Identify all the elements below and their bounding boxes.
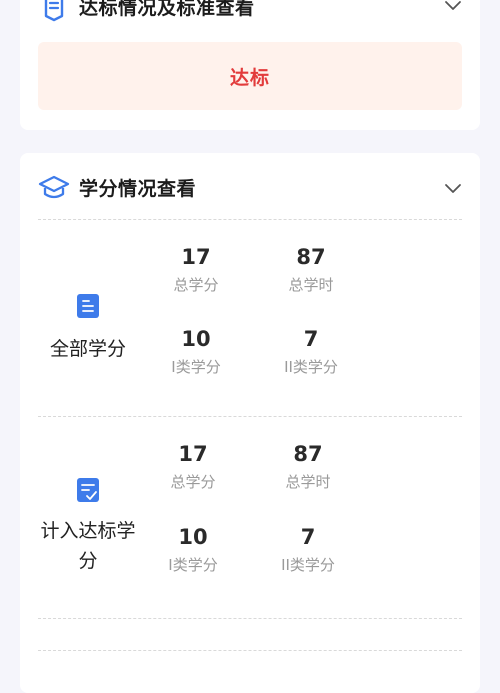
stat-value: 7 xyxy=(303,327,319,351)
standard-section-title: 达标情况及标准查看 xyxy=(79,0,255,19)
stat-label: 总学分 xyxy=(173,276,219,294)
stat-label: 总学时 xyxy=(285,473,331,491)
credit-block-standard: 计入达标学分 17 总学分 87 总学时 10 I类学分 7 II类学分 xyxy=(20,417,480,613)
stat-label: II类学分 xyxy=(281,556,335,574)
chevron-down-icon[interactable] xyxy=(444,179,462,197)
document-icon xyxy=(44,0,64,22)
stat-value: 87 xyxy=(293,442,323,466)
stat-label: I类学分 xyxy=(171,358,221,376)
credit-card: 学分情况查看 全部学分 17 总学分 87 总学时 10 I类学分 7 II类学… xyxy=(20,153,480,693)
stat-class1-credits: 10 I类学分 xyxy=(143,524,243,574)
credit-block-label: 计入达标学分 xyxy=(40,520,136,572)
graduation-cap-icon xyxy=(38,175,70,199)
status-text: 达标 xyxy=(229,66,270,89)
stat-class1-credits: 10 I类学分 xyxy=(146,326,246,376)
stat-class2-credits: 7 II类学分 xyxy=(261,326,361,376)
stat-label: 总学时 xyxy=(288,276,334,294)
credit-block-label: 全部学分 xyxy=(49,338,126,360)
stat-total-credits: 17 总学分 xyxy=(143,441,243,491)
stat-value: 17 xyxy=(178,442,208,466)
stat-class2-credits: 7 II类学分 xyxy=(258,524,358,574)
stat-label: 总学分 xyxy=(170,473,216,491)
chevron-down-icon[interactable] xyxy=(444,0,462,14)
stat-value: 87 xyxy=(296,245,326,269)
standard-status-card: 达标情况及标准查看 达标 xyxy=(20,0,480,130)
standard-section-header[interactable]: 达标情况及标准查看 xyxy=(20,0,480,36)
divider xyxy=(38,650,462,651)
credit-section-title: 学分情况查看 xyxy=(79,178,197,200)
credit-block-all: 全部学分 17 总学分 87 总学时 10 I类学分 7 II类学分 xyxy=(20,220,480,416)
stat-total-credits: 17 总学分 xyxy=(146,244,246,294)
stat-value: 10 xyxy=(181,327,211,351)
stat-total-hours: 87 总学时 xyxy=(258,441,358,491)
credit-section-header[interactable]: 学分情况查看 xyxy=(20,159,480,215)
stat-label: I类学分 xyxy=(168,556,218,574)
stat-total-hours: 87 总学时 xyxy=(261,244,361,294)
stat-value: 17 xyxy=(181,245,211,269)
status-box: 达标 xyxy=(38,42,462,110)
list-document-icon xyxy=(77,294,99,318)
stat-label: II类学分 xyxy=(284,358,338,376)
stat-value: 10 xyxy=(178,525,208,549)
checked-document-icon xyxy=(77,478,99,502)
divider xyxy=(38,618,462,619)
stat-value: 7 xyxy=(300,525,316,549)
